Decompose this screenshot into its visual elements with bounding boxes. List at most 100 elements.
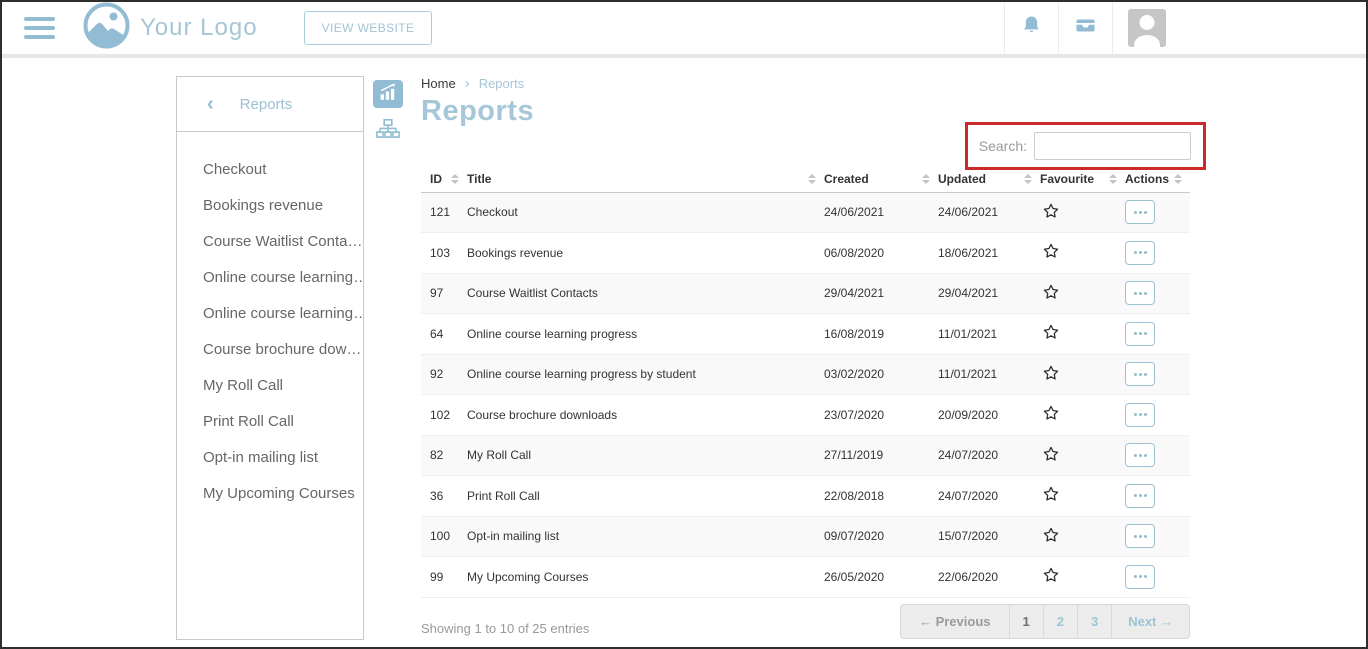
inbox-button[interactable] [1058, 2, 1112, 54]
favourite-toggle[interactable] [1042, 283, 1060, 304]
report-title-link[interactable]: Checkout [467, 192, 824, 233]
report-title-link[interactable]: Online course learning progress by stude… [467, 354, 824, 395]
star-outline-icon [1042, 526, 1060, 547]
sidebar-report-item[interactable]: Print Roll Call [203, 404, 363, 440]
sort-icon[interactable] [451, 174, 459, 184]
menu-icon[interactable] [24, 17, 55, 39]
favourite-toggle[interactable] [1042, 242, 1060, 263]
sort-icon[interactable] [808, 174, 816, 184]
favourite-toggle[interactable] [1042, 566, 1060, 587]
ellipsis-icon [1134, 494, 1137, 497]
report-id: 102 [421, 395, 467, 436]
breadcrumb-home-link[interactable]: Home [421, 76, 456, 91]
view-website-button[interactable]: VIEW WEBSITE [304, 11, 433, 45]
sidebar-report-item[interactable]: My Upcoming Courses [203, 476, 363, 512]
sidebar-report-item[interactable]: My Roll Call [203, 368, 363, 404]
report-title-link[interactable]: Online course learning progress [467, 314, 824, 355]
report-id: 100 [421, 516, 467, 557]
user-avatar[interactable] [1128, 9, 1166, 47]
search-area: Search: [965, 122, 1206, 170]
sort-icon[interactable] [1109, 174, 1117, 184]
sidebar-back-header[interactable]: ‹ Reports [177, 77, 363, 132]
report-updated-date: 22/06/2020 [938, 557, 1040, 598]
star-outline-icon [1042, 323, 1060, 344]
favourite-toggle[interactable] [1042, 364, 1060, 385]
inbox-icon [1073, 13, 1098, 43]
favourite-toggle[interactable] [1042, 445, 1060, 466]
column-header-actions[interactable]: Actions [1125, 166, 1190, 192]
search-input[interactable] [1034, 132, 1191, 160]
report-created-date: 03/02/2020 [824, 354, 938, 395]
sidebar-report-item[interactable]: Online course learning… [203, 260, 363, 296]
favourite-toggle[interactable] [1042, 323, 1060, 344]
report-title-link[interactable]: Print Roll Call [467, 476, 824, 517]
report-row: 121 Checkout 24/06/2021 24/06/2021 [421, 192, 1190, 233]
ellipsis-icon [1134, 211, 1137, 214]
bar-chart-trend-icon [377, 81, 399, 108]
report-title-link[interactable]: My Roll Call [467, 435, 824, 476]
reports-sidebar: ‹ Reports CheckoutBookings revenueCourse… [176, 76, 364, 640]
tab-sitemap[interactable] [373, 117, 403, 145]
logo[interactable]: Your Logo [83, 2, 258, 54]
ellipsis-icon [1134, 292, 1137, 295]
report-created-date: 26/05/2020 [824, 557, 938, 598]
sidebar-report-item[interactable]: Opt-in mailing list [203, 440, 363, 476]
column-header-created[interactable]: Created [824, 166, 938, 192]
breadcrumb-separator-icon: › [465, 75, 470, 92]
favourite-toggle[interactable] [1042, 526, 1060, 547]
column-header-title[interactable]: Title [467, 166, 824, 192]
sort-icon[interactable] [922, 174, 930, 184]
previous-page-button[interactable]: ← Previous [901, 605, 1009, 638]
row-actions-button[interactable] [1125, 362, 1155, 386]
sidebar-report-item[interactable]: Course brochure dow… [203, 332, 363, 368]
sidebar-report-item[interactable]: Course Waitlist Conta… [203, 224, 363, 260]
report-created-date: 29/04/2021 [824, 273, 938, 314]
tab-reports-active[interactable] [373, 80, 403, 108]
report-created-date: 23/07/2020 [824, 395, 938, 436]
row-actions-button[interactable] [1125, 281, 1155, 305]
logo-text: Your Logo [140, 14, 258, 42]
report-id: 82 [421, 435, 467, 476]
report-row: 97 Course Waitlist Contacts 29/04/2021 2… [421, 273, 1190, 314]
report-title-link[interactable]: Opt-in mailing list [467, 516, 824, 557]
sort-icon[interactable] [1024, 174, 1032, 184]
page-button-2[interactable]: 2 [1043, 605, 1077, 638]
report-row: 36 Print Roll Call 22/08/2018 24/07/2020 [421, 476, 1190, 517]
page-button-3[interactable]: 3 [1077, 605, 1111, 638]
favourite-toggle[interactable] [1042, 202, 1060, 223]
ellipsis-icon [1134, 413, 1137, 416]
row-actions-button[interactable] [1125, 484, 1155, 508]
column-header-favourite[interactable]: Favourite [1040, 166, 1125, 192]
column-header-updated[interactable]: Updated [938, 166, 1040, 192]
favourite-toggle[interactable] [1042, 485, 1060, 506]
notifications-button[interactable] [1004, 2, 1058, 54]
sidebar-report-item[interactable]: Bookings revenue [203, 188, 363, 224]
report-title-link[interactable]: Bookings revenue [467, 233, 824, 274]
ellipsis-icon [1134, 373, 1137, 376]
report-created-date: 24/06/2021 [824, 192, 938, 233]
row-actions-button[interactable] [1125, 524, 1155, 548]
next-page-button[interactable]: Next → [1111, 605, 1189, 638]
report-id: 92 [421, 354, 467, 395]
row-actions-button[interactable] [1125, 241, 1155, 265]
page-button-1[interactable]: 1 [1009, 605, 1043, 638]
row-actions-button[interactable] [1125, 565, 1155, 589]
sort-icon[interactable] [1174, 174, 1182, 184]
report-row: 99 My Upcoming Courses 26/05/2020 22/06/… [421, 557, 1190, 598]
row-actions-button[interactable] [1125, 200, 1155, 224]
report-title-link[interactable]: My Upcoming Courses [467, 557, 824, 598]
row-actions-button[interactable] [1125, 403, 1155, 427]
section-tab-strip [373, 80, 403, 145]
report-title-link[interactable]: Course Waitlist Contacts [467, 273, 824, 314]
report-title-link[interactable]: Course brochure downloads [467, 395, 824, 436]
sidebar-report-item[interactable]: Checkout [203, 152, 363, 188]
sidebar-report-list: CheckoutBookings revenueCourse Waitlist … [177, 132, 363, 512]
column-header-id[interactable]: ID [421, 166, 467, 192]
report-created-date: 09/07/2020 [824, 516, 938, 557]
row-actions-button[interactable] [1125, 322, 1155, 346]
row-actions-button[interactable] [1125, 443, 1155, 467]
sidebar-report-item[interactable]: Online course learning… [203, 296, 363, 332]
favourite-toggle[interactable] [1042, 404, 1060, 425]
back-chevron-icon: ‹ [207, 94, 214, 114]
star-outline-icon [1042, 202, 1060, 223]
